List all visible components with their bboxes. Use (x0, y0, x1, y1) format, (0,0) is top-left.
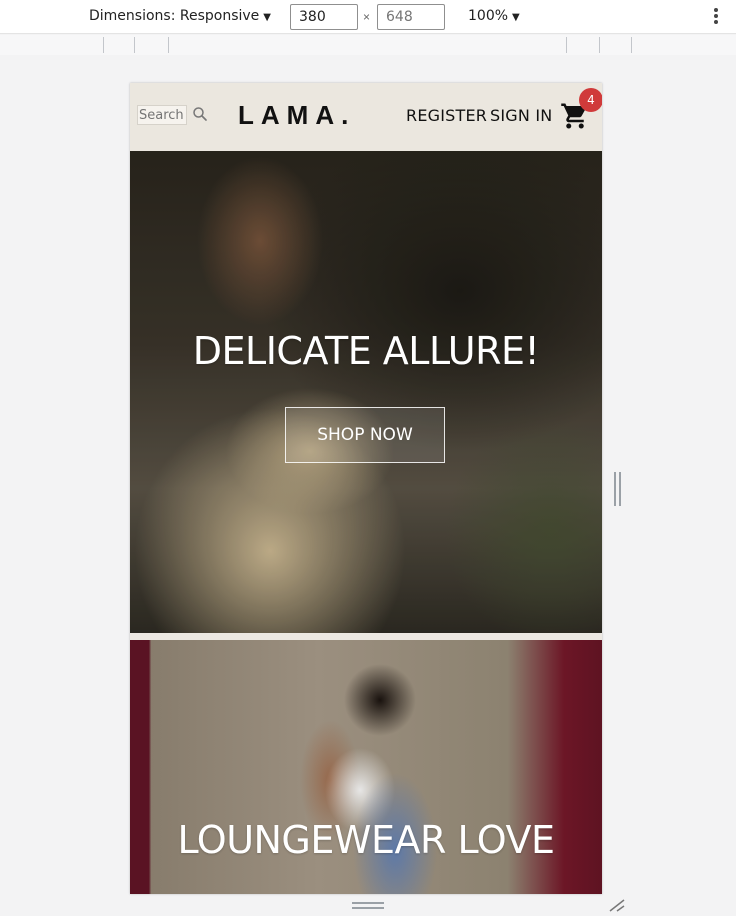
search-input[interactable] (137, 105, 187, 125)
sign-in-link[interactable]: SIGN IN (490, 106, 552, 125)
search-icon[interactable] (191, 105, 209, 123)
resize-handle-bottom[interactable] (352, 902, 384, 910)
device-toolbar: Dimensions: Responsive▼ × 100%▼ (0, 0, 736, 34)
height-input[interactable] (377, 4, 445, 30)
resize-handle-right[interactable] (614, 472, 622, 506)
logo[interactable]: LAMA. (238, 100, 355, 131)
hero-title: DELICATE ALLURE! (192, 329, 540, 373)
dimensions-label: Dimensions: Responsive (89, 8, 260, 24)
resize-corner-icon[interactable] (608, 898, 626, 912)
more-options-icon[interactable] (708, 6, 724, 28)
width-input[interactable] (290, 4, 358, 30)
hero-slide: LOUNGEWEAR LOVE (130, 640, 602, 894)
cart-count-badge: 4 (579, 88, 602, 112)
chevron-down-icon: ▼ (512, 12, 520, 23)
chevron-down-icon: ▼ (263, 12, 271, 23)
shop-now-button[interactable]: SHOP NOW (285, 407, 445, 463)
hero-title: LOUNGEWEAR LOVE (177, 818, 555, 862)
search-container (137, 104, 215, 126)
register-link[interactable]: REGISTER (406, 106, 487, 125)
navbar: LAMA. REGISTER SIGN IN 4 (130, 83, 602, 151)
dimensions-dropdown[interactable]: Dimensions: Responsive ▼ (89, 8, 271, 24)
zoom-label: 100% (468, 8, 509, 24)
hero-slide: DELICATE ALLURE! SHOP NOW (130, 151, 602, 633)
media-query-bar[interactable] (0, 35, 736, 55)
device-viewport: LAMA. REGISTER SIGN IN 4 DELICATE ALLURE… (130, 83, 602, 894)
times-symbol: × (363, 10, 371, 24)
zoom-dropdown[interactable]: 100% ▼ (468, 8, 520, 24)
slide-divider (130, 633, 602, 640)
